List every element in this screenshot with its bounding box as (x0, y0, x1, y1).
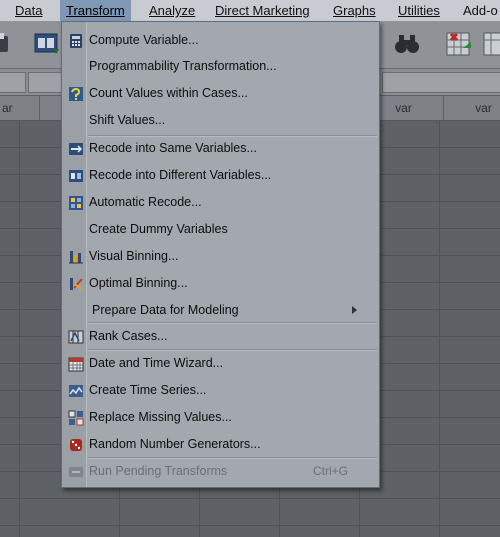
visual-binning-icon (68, 249, 84, 265)
menu-item-compute-variable[interactable]: Compute Variable... (62, 28, 379, 53)
column-header-var[interactable]: var (444, 96, 500, 120)
transform-menu: Compute Variable... Programmability Tran… (61, 21, 380, 488)
find-binoculars-icon[interactable] (392, 30, 422, 58)
variable-view-icon[interactable] (32, 30, 62, 58)
menu-item-date-time-wizard[interactable]: Date and Time Wizard... (62, 351, 379, 376)
submenu-arrow-icon (352, 306, 357, 314)
menu-item-prepare-data-for-modeling[interactable]: Prepare Data for Modeling (62, 298, 379, 323)
automatic-recode-icon (68, 195, 84, 211)
menu-item-replace-missing-values[interactable]: Replace Missing Values... (62, 405, 379, 430)
time-series-icon (68, 383, 84, 399)
column-header[interactable]: ar (0, 96, 40, 120)
menubar: Data Transform Analyze Direct Marketing … (0, 0, 500, 22)
cell-reference-box[interactable] (0, 72, 26, 93)
print-icon[interactable] (0, 30, 16, 58)
menu-utilities[interactable]: Utilities (398, 0, 440, 21)
count-values-icon (68, 86, 84, 102)
menu-item-random-number-generators[interactable]: Random Number Generators... (62, 432, 379, 457)
menu-item-create-time-series[interactable]: Create Time Series... (62, 378, 379, 403)
menu-direct-marketing[interactable]: Direct Marketing (215, 0, 310, 21)
run-pending-icon (68, 464, 84, 480)
cell-value-field[interactable] (382, 72, 500, 93)
menu-item-recode-same[interactable]: Recode into Same Variables... (62, 136, 379, 161)
menu-graphs[interactable]: Graphs (333, 0, 376, 21)
menu-item-visual-binning[interactable]: Visual Binning... (62, 244, 379, 269)
calculator-icon (68, 33, 84, 49)
recode-same-icon (68, 141, 84, 157)
insert-cases-icon[interactable] (445, 30, 475, 58)
calendar-icon (68, 356, 84, 372)
menu-analyze[interactable]: Analyze (149, 0, 195, 21)
menu-item-programmability-transformation[interactable]: Programmability Transformation... (62, 54, 379, 79)
menu-item-run-pending-transforms: Run Pending Transforms Ctrl+G (62, 459, 379, 484)
menu-item-automatic-recode[interactable]: Automatic Recode... (62, 190, 379, 215)
recode-different-icon (68, 168, 84, 184)
optimal-binning-icon (68, 276, 84, 292)
menu-data[interactable]: Data (15, 0, 42, 21)
menu-item-create-dummy-variables[interactable]: Create Dummy Variables (62, 217, 379, 242)
menu-item-rank-cases[interactable]: Rank Cases... (62, 324, 379, 349)
menu-transform[interactable]: Transform (60, 0, 131, 21)
menu-item-optimal-binning[interactable]: Optimal Binning... (62, 271, 379, 296)
replace-missing-icon (68, 410, 84, 426)
menu-item-recode-different[interactable]: Recode into Different Variables... (62, 163, 379, 188)
insert-variable-icon[interactable] (482, 30, 500, 58)
rank-cases-icon (68, 329, 84, 345)
menu-add-ons[interactable]: Add-o (463, 0, 498, 21)
menu-item-shift-values[interactable]: Shift Values... (62, 108, 379, 133)
menu-item-count-values[interactable]: Count Values within Cases... (62, 81, 379, 106)
dice-icon (68, 437, 84, 453)
